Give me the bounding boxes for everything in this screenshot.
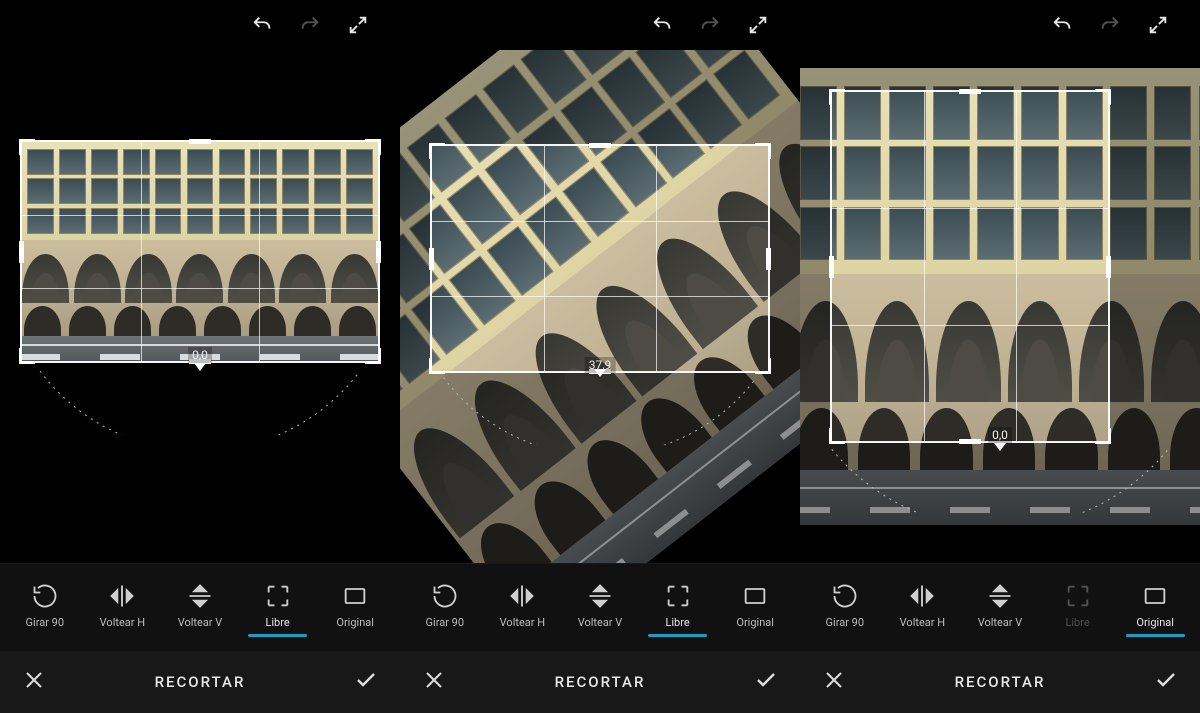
tool-label: Libre bbox=[265, 616, 289, 629]
tool-label: Libre bbox=[665, 616, 689, 629]
tool-label: Girar 90 bbox=[26, 616, 64, 629]
crop-frame[interactable] bbox=[830, 90, 1110, 443]
redo-icon bbox=[1098, 13, 1122, 37]
tool-label: Girar 90 bbox=[426, 616, 464, 629]
rotation-dial[interactable] bbox=[812, 443, 1188, 513]
canvas[interactable]: 37,9 bbox=[400, 50, 800, 563]
tool-label: Libre bbox=[1065, 616, 1089, 629]
confirm-button[interactable] bbox=[354, 668, 378, 696]
crop-handle-l[interactable] bbox=[829, 256, 834, 278]
rotation-dial[interactable] bbox=[424, 369, 776, 445]
tool-label: Original bbox=[336, 616, 374, 629]
crop-frame[interactable] bbox=[430, 144, 770, 373]
tool-free[interactable]: Libre bbox=[1039, 578, 1117, 637]
expand-icon[interactable] bbox=[346, 13, 370, 37]
action-title: RECORTAR bbox=[555, 673, 646, 691]
crop-handle-tl[interactable] bbox=[829, 89, 845, 105]
crop-handle-tr[interactable] bbox=[365, 139, 381, 155]
crop-handle-r[interactable] bbox=[376, 241, 381, 263]
tool-row: Girar 90 Voltear H Voltear V Libre Origi… bbox=[0, 563, 400, 651]
tool-label: Voltear H bbox=[100, 616, 145, 629]
tool-rotate-90[interactable]: Girar 90 bbox=[806, 578, 884, 637]
tool-flip-h[interactable]: Voltear H bbox=[84, 578, 162, 637]
canvas[interactable]: 0,0 bbox=[0, 50, 400, 563]
tool-label: Voltear V bbox=[178, 616, 223, 629]
cancel-button[interactable] bbox=[822, 668, 846, 696]
tool-flip-h[interactable]: Voltear H bbox=[884, 578, 962, 637]
tool-label: Original bbox=[736, 616, 774, 629]
action-title: RECORTAR bbox=[955, 673, 1046, 691]
tool-rotate-90[interactable]: Girar 90 bbox=[406, 578, 484, 637]
tool-original[interactable]: Original bbox=[716, 578, 794, 637]
actionbar: RECORTAR bbox=[0, 651, 400, 713]
expand-icon[interactable] bbox=[1146, 13, 1170, 37]
tool-label: Girar 90 bbox=[826, 616, 864, 629]
crop-handle-l[interactable] bbox=[19, 241, 24, 263]
tool-flip-h[interactable]: Voltear H bbox=[484, 578, 562, 637]
tool-flip-v[interactable]: Voltear V bbox=[561, 578, 639, 637]
crop-handle-bl[interactable] bbox=[19, 348, 35, 364]
crop-handle-t[interactable] bbox=[959, 89, 981, 94]
crop-handle-tr[interactable] bbox=[755, 143, 771, 159]
tool-label: Voltear V bbox=[578, 616, 623, 629]
tool-flip-v[interactable]: Voltear V bbox=[161, 578, 239, 637]
canvas[interactable]: 0,0 bbox=[800, 50, 1200, 563]
tool-flip-v[interactable]: Voltear V bbox=[961, 578, 1039, 637]
expand-icon[interactable] bbox=[746, 13, 770, 37]
angle-readout: 0,0 bbox=[188, 347, 212, 363]
confirm-button[interactable] bbox=[754, 668, 778, 696]
crop-handle-t[interactable] bbox=[589, 143, 611, 148]
crop-handle-tr[interactable] bbox=[1095, 89, 1111, 105]
crop-handle-r[interactable] bbox=[766, 248, 771, 270]
actionbar: RECORTAR bbox=[400, 651, 800, 713]
redo-icon bbox=[698, 13, 722, 37]
cancel-button[interactable] bbox=[22, 668, 46, 696]
crop-handle-bl[interactable] bbox=[829, 428, 845, 444]
crop-handle-r[interactable] bbox=[1106, 256, 1111, 278]
dial-marker-icon[interactable] bbox=[194, 363, 206, 371]
angle-readout: 0,0 bbox=[988, 427, 1012, 443]
actionbar: RECORTAR bbox=[800, 651, 1200, 713]
undo-icon[interactable] bbox=[250, 13, 274, 37]
rotation-dial[interactable] bbox=[20, 363, 380, 435]
crop-handle-tl[interactable] bbox=[429, 143, 445, 159]
crop-handle-t[interactable] bbox=[189, 139, 211, 144]
crop-frame[interactable] bbox=[20, 140, 380, 363]
tool-free[interactable]: Libre bbox=[239, 578, 317, 637]
tool-original[interactable]: Original bbox=[1116, 578, 1194, 637]
crop-handle-br[interactable] bbox=[1095, 428, 1111, 444]
dial-marker-icon[interactable] bbox=[594, 369, 606, 377]
crop-handle-l[interactable] bbox=[429, 248, 434, 270]
action-title: RECORTAR bbox=[155, 673, 246, 691]
topbar bbox=[0, 0, 400, 50]
crop-handle-tl[interactable] bbox=[19, 139, 35, 155]
panel-1: 0,0 Girar 90 Voltear H Voltear V Libre O… bbox=[0, 0, 400, 713]
dial-marker-icon[interactable] bbox=[994, 443, 1006, 451]
tool-free[interactable]: Libre bbox=[639, 578, 717, 637]
tool-rotate-90[interactable]: Girar 90 bbox=[6, 578, 84, 637]
cancel-button[interactable] bbox=[422, 668, 446, 696]
undo-icon[interactable] bbox=[1050, 13, 1074, 37]
panel-2: 37,9 Girar 90 Voltear H Voltear V Libre … bbox=[400, 0, 800, 713]
tool-label: Voltear H bbox=[900, 616, 945, 629]
undo-icon[interactable] bbox=[650, 13, 674, 37]
confirm-button[interactable] bbox=[1154, 668, 1178, 696]
topbar bbox=[400, 0, 800, 50]
tool-row: Girar 90 Voltear H Voltear V Libre Origi… bbox=[800, 563, 1200, 651]
tool-original[interactable]: Original bbox=[316, 578, 394, 637]
panel-3: 0,0 Girar 90 Voltear H Voltear V Libre O… bbox=[800, 0, 1200, 713]
tool-label: Voltear V bbox=[978, 616, 1023, 629]
redo-icon bbox=[298, 13, 322, 37]
crop-handle-br[interactable] bbox=[365, 348, 381, 364]
tool-label: Original bbox=[1136, 616, 1174, 629]
tool-label: Voltear H bbox=[500, 616, 545, 629]
topbar bbox=[800, 0, 1200, 50]
tool-row: Girar 90 Voltear H Voltear V Libre Origi… bbox=[400, 563, 800, 651]
